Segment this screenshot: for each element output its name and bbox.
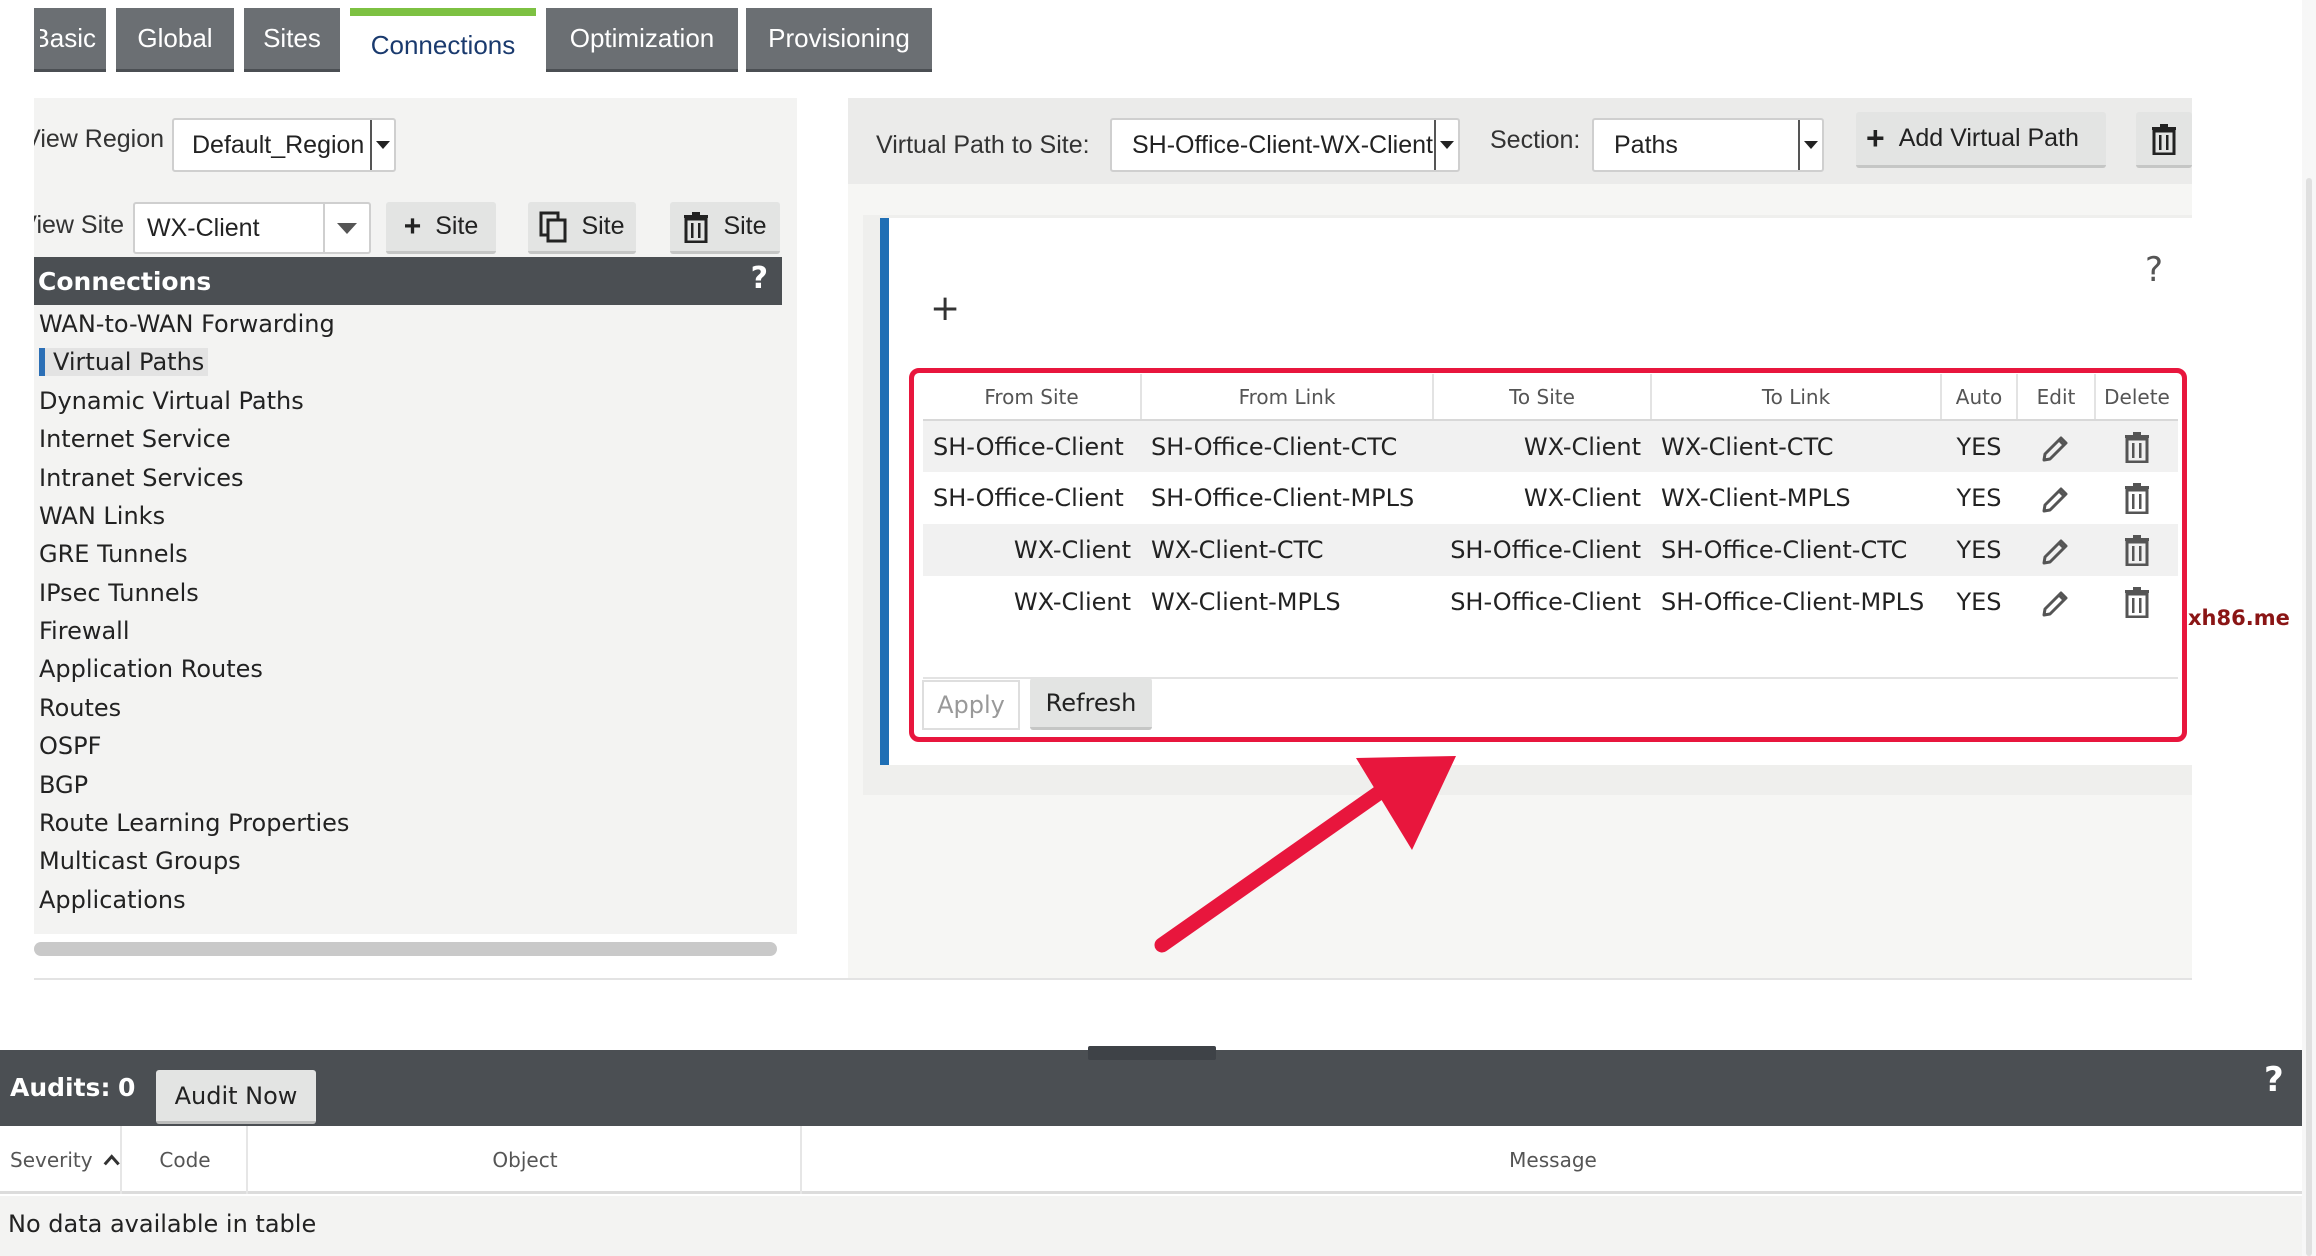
horizontal-scrollbar[interactable] — [34, 942, 777, 956]
nav-bgp[interactable]: BGP — [39, 771, 88, 799]
tab-connections[interactable]: Connections — [350, 8, 536, 74]
nav-ipsec-tunnels[interactable]: IPsec Tunnels — [39, 579, 199, 607]
highlight-box — [909, 368, 2187, 742]
tab-provisioning[interactable]: Provisioning — [746, 8, 932, 72]
nav-gre-tunnels[interactable]: GRE Tunnels — [39, 540, 188, 568]
nav-wan-to-wan-forwarding[interactable]: WAN-to-WAN Forwarding — [39, 310, 335, 338]
chevron-down-icon — [323, 204, 369, 252]
add-virtual-path-button[interactable]: + Add Virtual Path — [1856, 112, 2106, 168]
col-severity[interactable]: Severity — [0, 1126, 122, 1194]
col-message[interactable]: Message — [804, 1126, 2302, 1194]
section-label: Section: — [1490, 126, 1581, 154]
nav-application-routes[interactable]: Application Routes — [39, 655, 263, 683]
nav-intranet-services[interactable]: Intranet Services — [39, 464, 244, 492]
sort-ascending-icon — [103, 1154, 120, 1166]
nav-firewall[interactable]: Firewall — [39, 617, 130, 645]
virtual-path-label: Virtual Path to Site: — [876, 131, 1090, 159]
audits-count: 0 — [118, 1073, 136, 1102]
copy-icon — [539, 211, 567, 242]
audit-now-button[interactable]: Audit Now — [156, 1070, 316, 1124]
nav-virtual-paths[interactable]: Virtual Paths — [39, 348, 209, 376]
table-row — [0, 1196, 2302, 1256]
nav-wan-links[interactable]: WAN Links — [39, 502, 165, 530]
audit-table-header: Severity Code Object Message — [0, 1126, 2302, 1194]
nav-ospf[interactable]: OSPF — [39, 732, 101, 760]
view-site-label: View Site: — [34, 211, 124, 239]
connections-header: Connections ? — [34, 257, 782, 305]
add-site-button[interactable]: + Site — [386, 202, 496, 254]
help-icon[interactable]: ? — [751, 261, 768, 296]
help-icon[interactable]: ? — [2264, 1060, 2284, 1100]
nav-applications[interactable]: Applications — [39, 886, 186, 914]
virtual-path-select[interactable]: SH-Office-Client-WX-Client — [1110, 118, 1460, 172]
view-region-label: View Region: — [34, 125, 164, 153]
empty-table-message: No data available in table — [8, 1210, 317, 1238]
plus-icon: + — [1866, 120, 1885, 156]
col-code[interactable]: Code — [124, 1126, 248, 1194]
vertical-scrollbar-thumb[interactable] — [2306, 178, 2312, 1256]
audits-bar — [0, 1050, 2302, 1126]
tab-optimization[interactable]: Optimization — [546, 8, 738, 72]
col-object[interactable]: Object — [250, 1126, 802, 1194]
nav-route-learning-properties[interactable]: Route Learning Properties — [39, 809, 349, 837]
trash-icon — [2152, 123, 2176, 155]
nav-internet-service[interactable]: Internet Service — [39, 425, 231, 453]
watermark: xh86.me — [2188, 606, 2290, 630]
clone-site-button[interactable]: Site — [528, 202, 636, 254]
delete-site-button[interactable]: Site — [670, 202, 780, 254]
chevron-down-icon — [1798, 120, 1822, 170]
section-select[interactable]: Paths — [1592, 118, 1824, 172]
help-icon[interactable]: ? — [2145, 250, 2163, 290]
chevron-down-icon — [370, 120, 394, 170]
add-path-icon[interactable]: + — [930, 288, 960, 329]
tab-global[interactable]: Global — [116, 8, 234, 72]
divider — [34, 978, 2192, 980]
delete-virtual-path-button[interactable] — [2136, 112, 2192, 168]
plus-icon: + — [403, 209, 422, 243]
resize-handle[interactable] — [1088, 1046, 1216, 1060]
view-site-select[interactable]: WX-Client — [133, 202, 371, 254]
nav-routes[interactable]: Routes — [39, 694, 121, 722]
nav-dynamic-virtual-paths[interactable]: Dynamic Virtual Paths — [39, 387, 304, 415]
tab-sites[interactable]: Sites — [244, 8, 340, 72]
nav-multicast-groups[interactable]: Multicast Groups — [39, 847, 241, 875]
view-region-select[interactable]: Default_Region — [172, 118, 396, 172]
annotation-arrow-icon — [1154, 756, 1456, 953]
tab-basic[interactable]: Basic — [34, 8, 106, 72]
audits-label: Audits: — [10, 1073, 111, 1102]
chevron-down-icon — [1434, 120, 1458, 170]
trash-icon — [684, 211, 709, 243]
